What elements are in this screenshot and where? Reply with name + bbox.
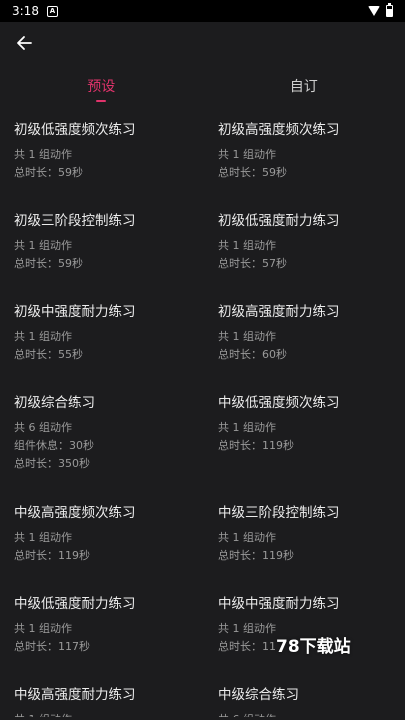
status-left: 3:18 A (12, 4, 58, 18)
workout-card[interactable]: 初级三阶段控制练习共 1 组动作 总时长：59秒 (0, 203, 202, 294)
tab-custom[interactable]: 自订 (203, 70, 405, 104)
workout-card-detail: 共 1 组动作 (14, 531, 72, 544)
workout-card-detail: 总时长：59秒 (14, 166, 83, 179)
workout-card[interactable]: 初级低强度频次练习共 1 组动作 总时长：59秒 (0, 112, 202, 203)
workout-card-title: 初级综合练习 (14, 395, 95, 411)
workout-card[interactable]: 中级低强度耐力练习共 1 组动作总时长：117秒 (0, 586, 202, 677)
workout-card[interactable]: 初级综合练习共 6 组动作组件休息：30秒 总时长：350秒 (0, 385, 202, 495)
workout-card-detail: 共 1 组动作 (14, 330, 72, 343)
workout-card-detail: 总时长：59秒 (218, 166, 287, 179)
workout-card-detail: 总时长：119秒 (218, 549, 294, 562)
workout-card-detail: 共 6 组动作 (218, 711, 405, 717)
tab-preset[interactable]: 预设 (0, 70, 203, 104)
workout-card-detail: 共 1 组动作 (218, 531, 276, 544)
workout-card[interactable]: 初级低强度耐力练习共 1 组动作 总时长：57秒 (202, 203, 405, 294)
watermark: 78下载站 (276, 637, 351, 657)
workout-card-detail: 总时长：55秒 (14, 348, 83, 361)
back-button[interactable] (12, 31, 36, 55)
workout-card-detail: 总时长：117秒 (14, 640, 90, 653)
workout-card-detail: 共 1 组动作 (14, 711, 202, 717)
workout-card-detail: 总时长：57秒 (218, 257, 287, 270)
workout-card-detail: 共 1 组动作 (218, 421, 276, 434)
tab-bar: 预设 自订 (0, 70, 405, 104)
workout-card-title: 中级三阶段控制练习 (218, 505, 340, 521)
workout-card[interactable]: 中级高强度频次练习共 1 组动作总时长：119秒 (0, 495, 202, 586)
arrow-left-icon (17, 36, 32, 50)
workout-card-title: 初级中强度耐力练习 (14, 304, 136, 320)
workout-card-title: 中级低强度耐力练习 (14, 596, 136, 612)
workout-card[interactable]: 初级高强度耐力练习共 1 组动作 总时长：60秒 (202, 294, 405, 385)
workout-card-detail: 总时长：119秒 (14, 549, 90, 562)
workout-grid: 初级低强度频次练习共 1 组动作 总时长：59秒 初级高强度频次练习共 1 组动作总… (0, 112, 405, 717)
workout-card-title: 初级低强度耐力练习 (218, 213, 340, 229)
workout-card-detail: 共 1 组动作 (218, 330, 276, 343)
workout-card-detail: 组件休息：30秒 (14, 439, 94, 452)
battery-icon (386, 3, 393, 17)
workout-card-title: 中级低强度频次练习 (218, 395, 340, 411)
tab-preset-label: 预设 (87, 79, 116, 95)
status-right (368, 3, 393, 17)
toolbar (0, 22, 405, 64)
workout-card-detail: 共 1 组动作 (218, 239, 276, 252)
workout-card-title: 初级三阶段控制练习 (14, 213, 136, 229)
workout-card-detail: 共 1 组动作 (218, 148, 276, 161)
workout-card-title: 中级中强度耐力练习 (218, 596, 340, 612)
workout-card-title: 初级高强度耐力练习 (218, 304, 340, 320)
workout-card-title: 中级高强度频次练习 (14, 505, 136, 521)
workout-card-detail: 共 6 组动作 (14, 421, 72, 434)
workout-card-detail: 总时长：60秒 (218, 348, 287, 361)
notification-app-icon: A (46, 5, 58, 17)
workout-card-title: 初级高强度频次练习 (218, 122, 340, 138)
workout-card[interactable]: 初级高强度频次练习共 1 组动作 总时长：59秒 (202, 112, 405, 203)
workout-card[interactable]: 中级三阶段控制练习共 1 组动作总时长：119秒 (202, 495, 405, 586)
workout-card-detail: 总时长：350秒 (14, 457, 90, 470)
workout-card-detail: 总时长：119秒 (218, 439, 294, 452)
workout-card-detail: 共 1 组动作 (14, 239, 72, 252)
wifi-icon (368, 6, 380, 16)
workout-card[interactable]: 初级中强度耐力练习共 1 组动作 总时长：55秒 (0, 294, 202, 385)
workout-card-detail: 共 1 组动作 (14, 148, 72, 161)
workout-card-title: 初级低强度频次练习 (14, 122, 136, 138)
workout-card[interactable]: 中级综合练习共 6 组动作 (202, 677, 405, 717)
workout-card-detail: 总时长：59秒 (14, 257, 83, 270)
status-bar: 3:18 A (0, 0, 405, 22)
workout-card[interactable]: 中级低强度频次练习共 1 组动作总时长：119秒 (202, 385, 405, 495)
tab-indicator (96, 100, 107, 102)
workout-card-title: 中级综合练习 (218, 687, 299, 703)
workout-card-detail: 共 1 组动作 (14, 622, 72, 635)
workout-card-title: 中级高强度耐力练习 (14, 687, 136, 703)
tab-custom-label: 自订 (289, 79, 318, 95)
workout-card[interactable]: 中级高强度耐力练习共 1 组动作 (0, 677, 202, 717)
status-time: 3:18 (12, 4, 39, 18)
